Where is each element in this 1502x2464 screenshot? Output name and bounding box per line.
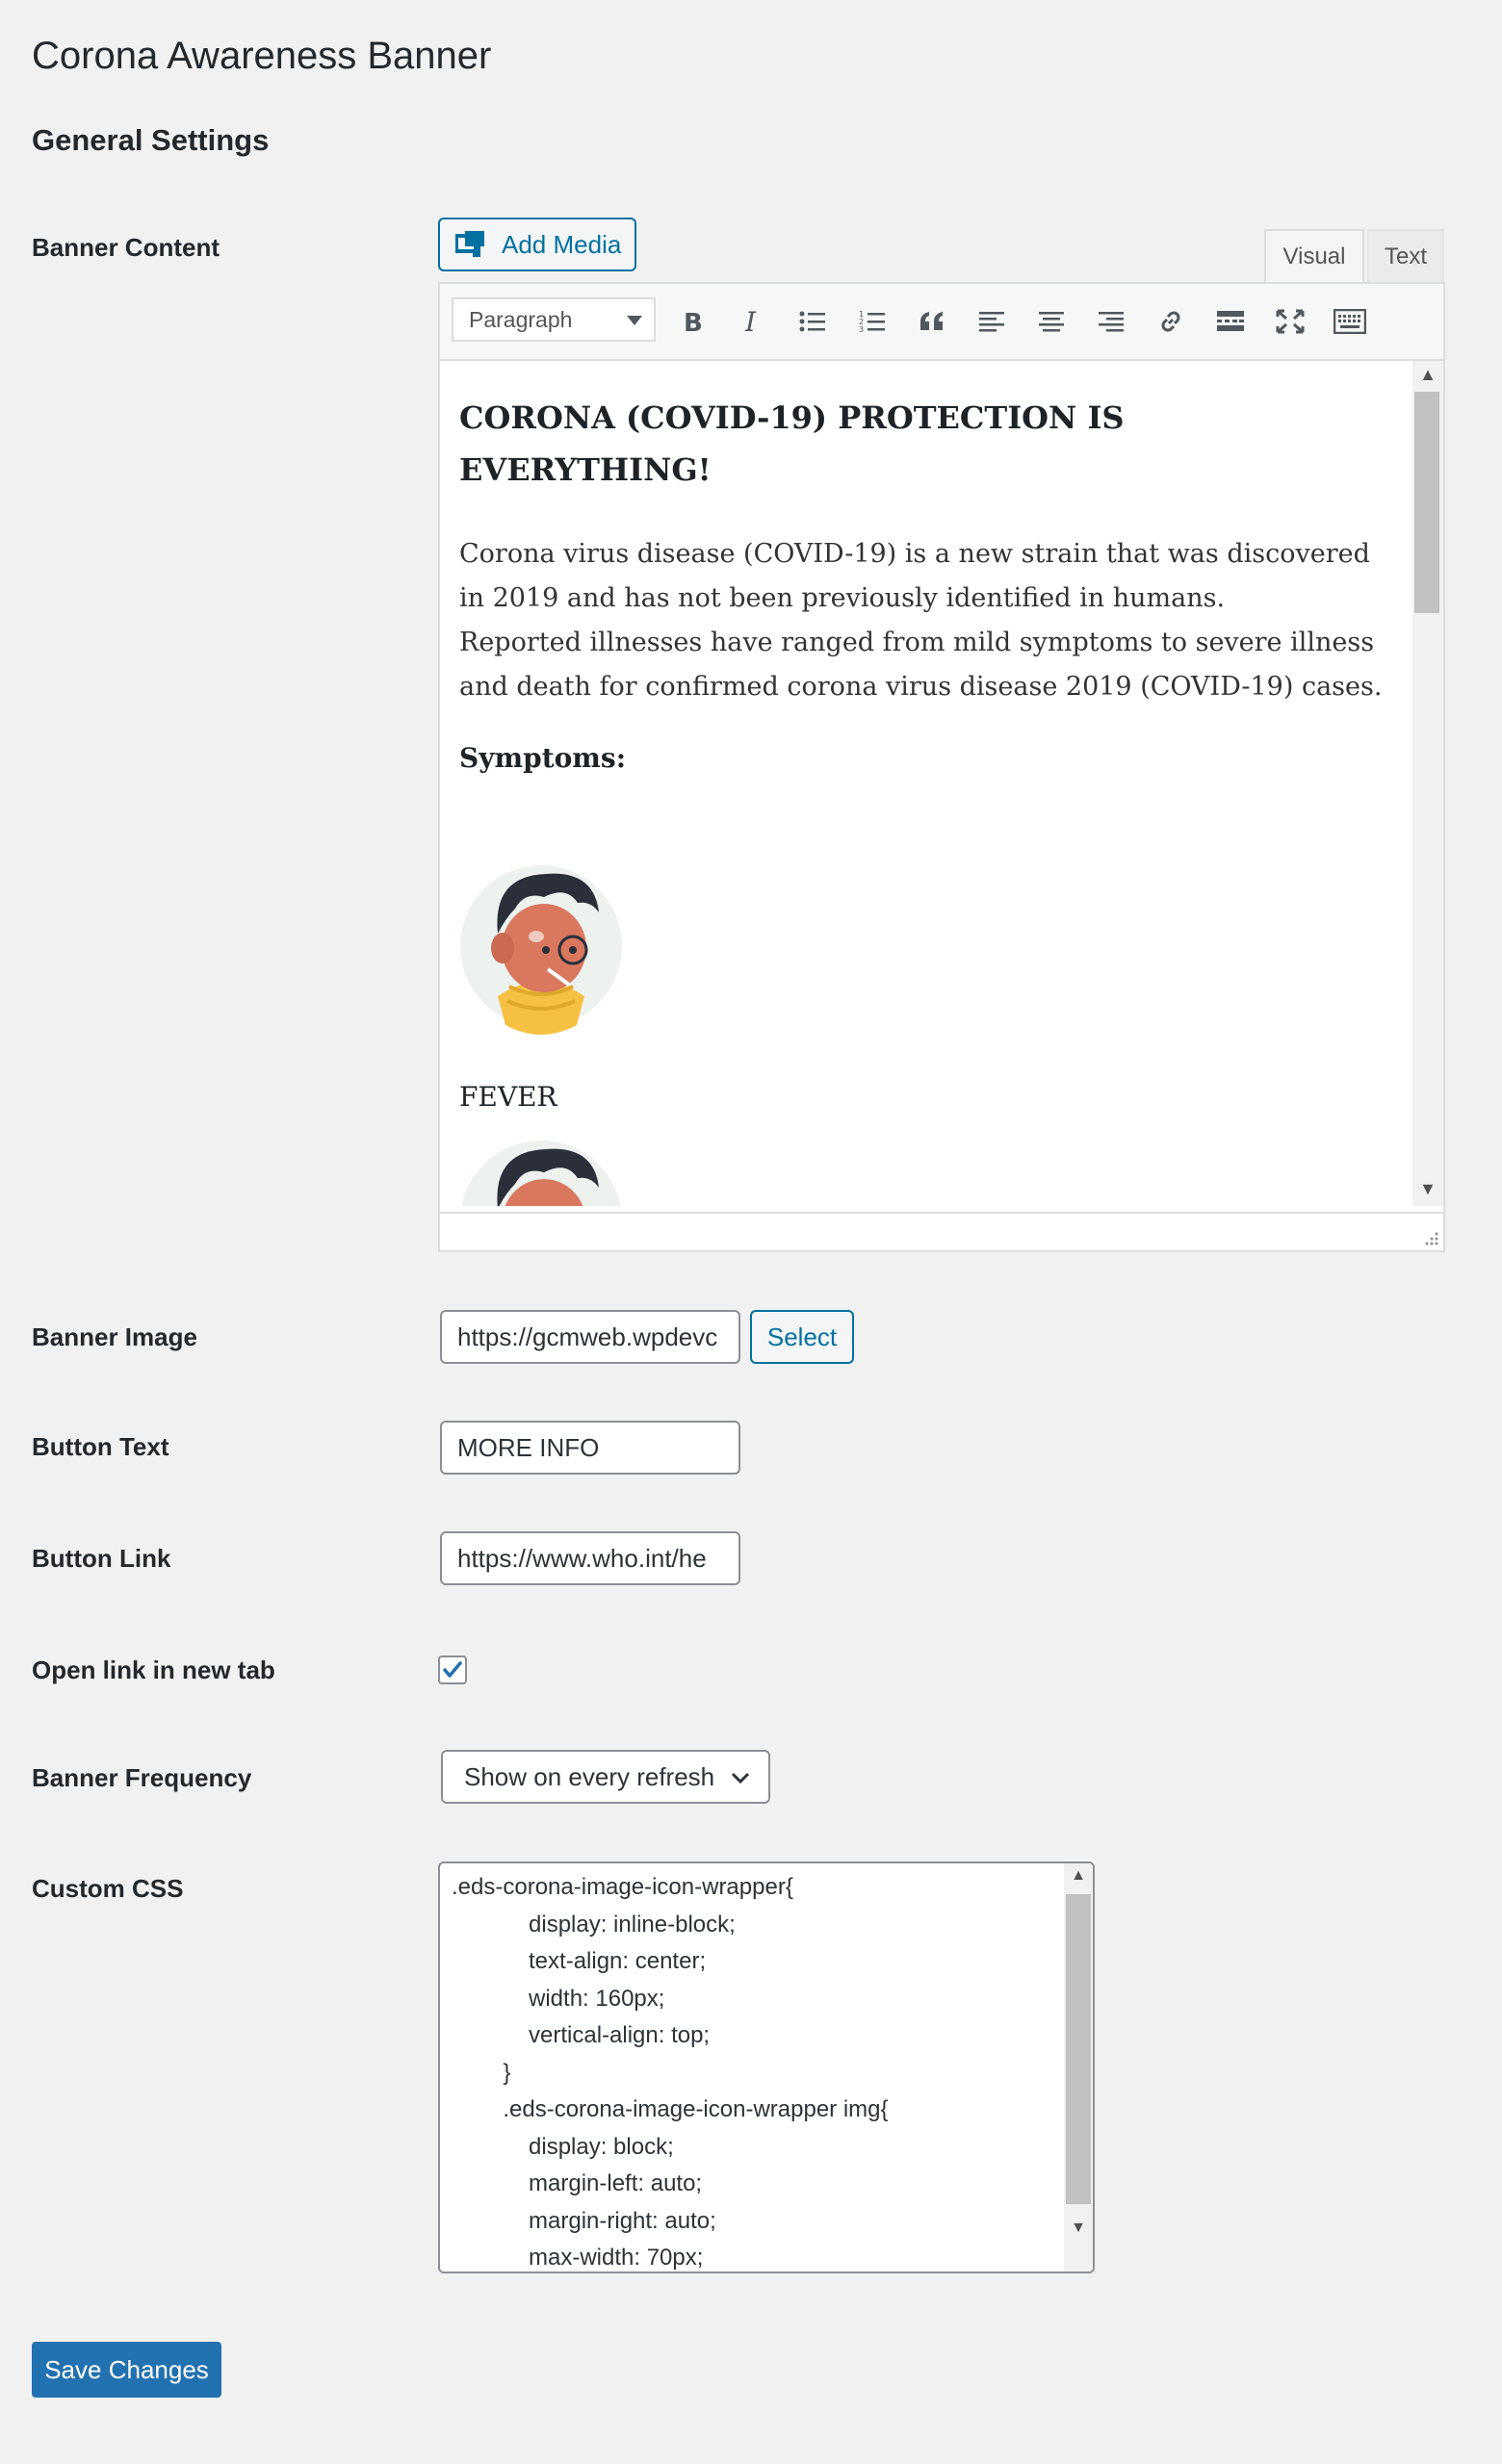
svg-text:B: B [684, 309, 703, 334]
symptoms-heading: Symptoms: [459, 742, 627, 774]
fullscreen-icon[interactable] [1268, 299, 1312, 344]
open-new-tab-checkbox[interactable] [438, 1656, 467, 1684]
caret-down-icon [627, 316, 642, 325]
align-right-icon[interactable] [1089, 299, 1133, 344]
link-icon[interactable] [1149, 299, 1193, 344]
align-center-icon[interactable] [1029, 299, 1074, 344]
blockquote-icon[interactable] [910, 299, 954, 344]
italic-icon[interactable]: I [731, 299, 775, 344]
checkmark-icon [443, 1661, 462, 1678]
button-text-input[interactable]: MORE INFO [440, 1421, 740, 1475]
tab-text[interactable]: Text [1367, 229, 1444, 283]
format-select[interactable]: Paragraph [452, 297, 656, 342]
editor-scrollbar[interactable]: ▲ ▼ [1412, 361, 1443, 1206]
banner-image-input[interactable]: https://gcmweb.wpdevc [440, 1310, 740, 1364]
banner-frequency-label: Banner Frequency [32, 1763, 252, 1792]
editor-content[interactable]: CORONA (COVID-19) PROTECTION IS EVERYTHI… [440, 361, 1412, 1206]
button-text-label: Button Text [32, 1432, 169, 1461]
read-more-icon[interactable] [1208, 299, 1253, 344]
svg-text:I: I [744, 309, 757, 334]
custom-css-code: .eds-corona-image-icon-wrapper{ display:… [452, 1874, 889, 2271]
resize-grip-icon[interactable] [1422, 1229, 1439, 1246]
content-body: Corona virus disease (COVID-19) is a new… [459, 539, 1383, 702]
editor-toolbar: Paragraph B I 1 2 3 [440, 284, 1443, 361]
button-link-input[interactable]: https://www.who.int/he [440, 1531, 740, 1585]
cough-avatar-image [459, 1141, 623, 1206]
rich-text-editor: Paragraph B I 1 2 3 CORONA (COVID-19) PR… [438, 282, 1445, 1252]
button-link-label: Button Link [32, 1544, 171, 1573]
css-scrollbar[interactable]: ▲ ▼ [1064, 1863, 1093, 2272]
scroll-down-icon[interactable]: ▼ [1064, 2220, 1093, 2237]
fever-label: FEVER [459, 1081, 557, 1113]
svg-text:3: 3 [859, 325, 864, 334]
custom-css-label: Custom CSS [32, 1874, 184, 1903]
add-media-label: Add Media [502, 229, 622, 259]
scroll-up-icon[interactable]: ▲ [1412, 365, 1443, 388]
page-title: Corona Awareness Banner [32, 35, 492, 77]
content-heading: CORONA (COVID-19) PROTECTION IS EVERYTHI… [459, 399, 1125, 488]
save-changes-button[interactable]: Save Changes [32, 2342, 221, 2398]
fever-avatar-image [459, 842, 623, 1054]
toolbar-toggle-icon[interactable] [1328, 299, 1372, 344]
scrollbar-thumb[interactable] [1414, 392, 1439, 613]
section-title: General Settings [32, 123, 270, 157]
scroll-down-icon[interactable]: ▼ [1412, 1179, 1443, 1202]
format-select-value: Paragraph [469, 306, 573, 332]
select-image-button[interactable]: Select [750, 1310, 854, 1364]
chevron-down-icon [731, 1772, 750, 1784]
banner-image-label: Banner Image [32, 1322, 197, 1351]
bulleted-list-icon[interactable] [790, 299, 835, 344]
tab-visual[interactable]: Visual [1264, 229, 1364, 283]
banner-content-label: Banner Content [32, 233, 220, 262]
add-media-icon [454, 230, 488, 259]
align-left-icon[interactable] [970, 299, 1014, 344]
scroll-up-icon[interactable]: ▲ [1064, 1867, 1093, 1885]
add-media-button[interactable]: Add Media [438, 218, 636, 271]
bold-icon[interactable]: B [671, 299, 715, 344]
editor-status-bar [440, 1212, 1443, 1250]
scrollbar-thumb[interactable] [1066, 1894, 1091, 2204]
custom-css-textarea[interactable]: .eds-corona-image-icon-wrapper{ display:… [438, 1861, 1095, 2273]
settings-page: Corona Awareness Banner General Settings… [0, 0, 1502, 2464]
banner-frequency-value: Show on every refresh [464, 1761, 715, 1791]
numbered-list-icon[interactable]: 1 2 3 [850, 299, 894, 344]
banner-frequency-select[interactable]: Show on every refresh [441, 1750, 770, 1804]
open-new-tab-label: Open link in new tab [32, 1656, 275, 1684]
